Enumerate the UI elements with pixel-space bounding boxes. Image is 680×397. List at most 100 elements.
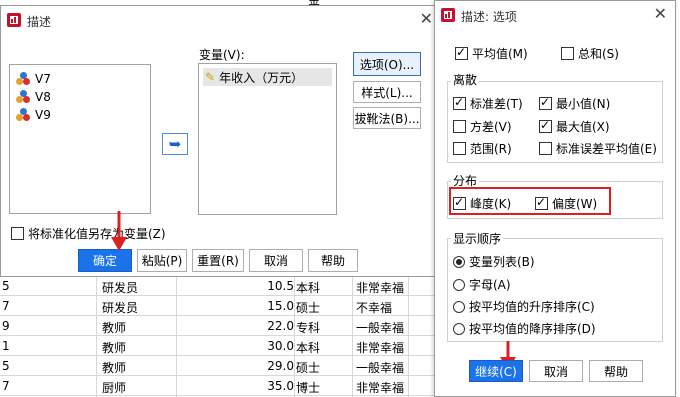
- ruler-icon: ✎: [205, 70, 216, 84]
- variable-label: V9: [35, 108, 51, 122]
- table-cell[interactable]: 非常幸福: [356, 339, 404, 356]
- move-variable-button[interactable]: ➥: [162, 133, 188, 155]
- table-row[interactable]: 5 教师 29.0 硕士 一般幸福: [0, 357, 440, 376]
- stddev-checkbox[interactable]: [453, 95, 466, 110]
- table-cell[interactable]: 5: [2, 279, 10, 293]
- save-standardized-option[interactable]: 将标准化值另存为变量(Z): [11, 225, 166, 242]
- table-cell[interactable]: 10.5: [180, 279, 294, 293]
- spss-app-icon: [441, 8, 455, 22]
- style-button[interactable]: 样式(L)...: [353, 81, 421, 103]
- selected-variable-list[interactable]: ✎ 年收入（万元）: [198, 63, 337, 215]
- table-cell[interactable]: 本科: [296, 339, 320, 356]
- continue-button-label: 继续(C): [475, 364, 517, 379]
- list-item[interactable]: V9: [16, 107, 51, 123]
- order-variable-list-label: 变量列表(B): [469, 255, 535, 269]
- order-variable-list-radio[interactable]: [453, 255, 465, 268]
- variance-label: 方差(V): [470, 120, 512, 134]
- table-cell[interactable]: 研发员: [102, 279, 138, 296]
- save-standardized-label: 将标准化值另存为变量(Z): [28, 227, 166, 241]
- stddev-option[interactable]: 标准差(T): [453, 95, 523, 112]
- variance-option[interactable]: 方差(V): [453, 118, 512, 135]
- table-cell[interactable]: 本科: [296, 279, 320, 296]
- table-cell[interactable]: 15.0: [180, 299, 294, 313]
- kurtosis-checkbox[interactable]: [453, 195, 466, 210]
- variable-label: V7: [35, 72, 51, 86]
- table-cell[interactable]: 硕士: [296, 359, 320, 376]
- list-item[interactable]: V7: [16, 71, 51, 87]
- paste-button[interactable]: 粘贴(P): [137, 249, 187, 272]
- order-ascending-option[interactable]: 按平均值的升序排序(C): [453, 298, 595, 315]
- minimum-option[interactable]: 最小值(N): [539, 95, 610, 112]
- table-cell[interactable]: 7: [2, 379, 10, 393]
- table-cell[interactable]: 硕士: [296, 299, 320, 316]
- range-checkbox[interactable]: [453, 142, 466, 155]
- table-cell[interactable]: 专科: [296, 319, 320, 336]
- sum-option[interactable]: 总和(S): [561, 45, 619, 62]
- table-row[interactable]: 9 教师 22.0 专科 一般幸福: [0, 317, 440, 336]
- mean-checkbox[interactable]: [455, 45, 468, 60]
- reset-button[interactable]: 重置(R): [192, 249, 244, 272]
- table-row[interactable]: 7 研发员 15.0 硕士 不幸福: [0, 297, 440, 316]
- table-cell[interactable]: 22.0: [180, 319, 294, 333]
- list-item[interactable]: ✎ 年收入（万元）: [203, 68, 332, 86]
- table-cell[interactable]: 30.0: [180, 339, 294, 353]
- table-cell[interactable]: 博士: [296, 379, 320, 396]
- table-cell[interactable]: 7: [2, 299, 10, 313]
- options-button[interactable]: 选项(O)...: [353, 52, 421, 76]
- order-descending-option[interactable]: 按平均值的降序排序(D): [453, 320, 596, 337]
- table-cell[interactable]: 教师: [102, 359, 126, 376]
- maximum-option[interactable]: 最大值(X): [539, 118, 610, 135]
- table-cell[interactable]: 5: [2, 359, 10, 373]
- kurtosis-option[interactable]: 峰度(K): [453, 195, 511, 212]
- table-cell[interactable]: 29.0: [180, 359, 294, 373]
- dispersion-group-title: 离散: [451, 71, 480, 88]
- order-alphabetic-label: 字母(A): [469, 278, 511, 292]
- variable-label: 年收入（万元）: [219, 70, 304, 85]
- skewness-option[interactable]: 偏度(W): [535, 195, 597, 212]
- se-mean-checkbox[interactable]: [539, 142, 552, 155]
- help-button[interactable]: 帮助: [308, 249, 358, 272]
- table-cell[interactable]: 1: [2, 339, 10, 353]
- order-descending-radio[interactable]: [453, 322, 465, 335]
- help-button-label: 帮助: [320, 254, 345, 268]
- se-mean-option[interactable]: 标准误差平均值(E): [539, 140, 657, 157]
- options-help-button[interactable]: 帮助: [589, 360, 643, 382]
- options-help-button-label: 帮助: [603, 364, 628, 379]
- close-icon[interactable]: ✕: [420, 9, 433, 28]
- maximum-checkbox[interactable]: [539, 118, 552, 133]
- skewness-checkbox[interactable]: [535, 195, 548, 210]
- table-cell[interactable]: 非常幸福: [356, 379, 404, 396]
- table-cell[interactable]: 非常幸福: [356, 279, 404, 296]
- list-item[interactable]: V8: [16, 89, 51, 105]
- order-ascending-radio[interactable]: [453, 300, 465, 313]
- range-option[interactable]: 范围(R): [453, 140, 512, 157]
- order-alphabetic-option[interactable]: 字母(A): [453, 276, 511, 293]
- table-cell[interactable]: 教师: [102, 339, 126, 356]
- minimum-checkbox[interactable]: [539, 95, 552, 110]
- options-cancel-button[interactable]: 取消: [529, 360, 583, 382]
- continue-button[interactable]: 继续(C): [469, 360, 523, 382]
- table-cell[interactable]: 不幸福: [356, 299, 392, 316]
- sum-checkbox[interactable]: [561, 47, 574, 60]
- variance-checkbox[interactable]: [453, 120, 466, 133]
- nominal-variable-icon: [16, 108, 32, 122]
- table-cell[interactable]: 35.0: [180, 379, 294, 393]
- table-row[interactable]: 1 教师 30.0 本科 非常幸福: [0, 337, 440, 356]
- table-cell[interactable]: 研发员: [102, 299, 138, 316]
- table-cell[interactable]: 一般幸福: [356, 319, 404, 336]
- bootstrap-button[interactable]: 拔靴法(B)...: [353, 107, 421, 129]
- close-icon[interactable]: ✕: [654, 4, 667, 23]
- table-cell[interactable]: 教师: [102, 319, 126, 336]
- table-cell[interactable]: 9: [2, 319, 10, 333]
- table-cell[interactable]: 一般幸福: [356, 359, 404, 376]
- order-alphabetic-radio[interactable]: [453, 278, 465, 291]
- source-variable-list[interactable]: V7 V8 V9: [9, 64, 151, 214]
- cancel-button[interactable]: 取消: [249, 249, 303, 272]
- display-order-group-title: 显示顺序: [451, 230, 504, 247]
- table-row[interactable]: 7 厨师 35.0 博士 非常幸福: [0, 377, 440, 396]
- mean-option[interactable]: 平均值(M): [455, 45, 528, 62]
- table-cell[interactable]: 厨师: [102, 379, 126, 396]
- order-variable-list-option[interactable]: 变量列表(B): [453, 253, 535, 270]
- table-row[interactable]: 5 研发员 10.5 本科 非常幸福: [0, 277, 440, 296]
- save-standardized-checkbox[interactable]: [11, 227, 24, 240]
